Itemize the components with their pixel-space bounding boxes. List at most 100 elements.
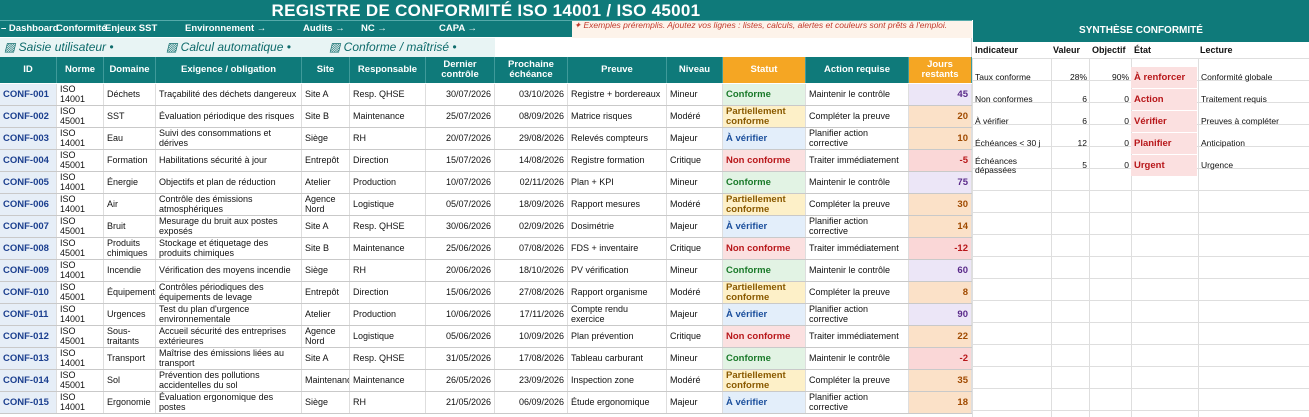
cell-niveau[interactable]: Mineur — [667, 172, 723, 193]
summary-etat-badge[interactable]: À renforcer — [1131, 67, 1197, 88]
cell-statut[interactable]: Partiellement conforme — [723, 194, 806, 215]
cell-dernier-controle[interactable]: 05/07/2026 — [426, 194, 495, 215]
cell-exigence[interactable]: Contrôle des émissions atmosphériques — [156, 194, 302, 215]
cell-jours-restants[interactable]: 22 — [909, 326, 972, 347]
cell-jours-restants[interactable]: 75 — [909, 172, 972, 193]
cell-id[interactable]: CONF-015 — [0, 392, 57, 413]
column-header-dernier-controle[interactable]: Dernier contrôle — [426, 57, 495, 83]
cell-exigence[interactable]: Maîtrise des émissions liées au transpor… — [156, 348, 302, 369]
cell-niveau[interactable]: Majeur — [667, 392, 723, 413]
cell-responsable[interactable]: Direction — [350, 282, 426, 303]
cell-domaine[interactable]: Équipements — [104, 282, 156, 303]
cell-norme[interactable]: ISO 45001 — [57, 370, 104, 391]
cell-prochaine-echeance[interactable]: 29/08/2026 — [495, 128, 568, 149]
cell-preuve[interactable]: Dosimétrie — [568, 216, 667, 237]
cell-responsable[interactable]: Direction — [350, 150, 426, 171]
nav-link-capa[interactable]: CAPA → — [439, 23, 477, 34]
cell-id[interactable]: CONF-013 — [0, 348, 57, 369]
cell-action-requise[interactable]: Maintenir le contrôle — [806, 172, 909, 193]
cell-exigence[interactable]: Évaluation ergonomique des postes — [156, 392, 302, 413]
cell-site[interactable]: Siège — [302, 260, 350, 281]
cell-action-requise[interactable]: Planifier action corrective — [806, 392, 909, 413]
cell-niveau[interactable]: Critique — [667, 326, 723, 347]
summary-indicateur[interactable]: Taux conforme — [975, 67, 1049, 88]
cell-niveau[interactable]: Modéré — [667, 194, 723, 215]
cell-niveau[interactable]: Majeur — [667, 128, 723, 149]
cell-preuve[interactable]: FDS + inventaire — [568, 238, 667, 259]
cell-action-requise[interactable]: Compléter la preuve — [806, 106, 909, 127]
summary-lecture[interactable]: Conformité globale — [1201, 67, 1306, 88]
nav-link-nc[interactable]: NC → — [361, 23, 387, 34]
cell-statut[interactable]: Non conforme — [723, 150, 806, 171]
cell-id[interactable]: CONF-014 — [0, 370, 57, 391]
cell-niveau[interactable]: Modéré — [667, 282, 723, 303]
cell-domaine[interactable]: SST — [104, 106, 156, 127]
cell-jours-restants[interactable]: 45 — [909, 84, 972, 105]
cell-preuve[interactable]: Registre formation — [568, 150, 667, 171]
cell-responsable[interactable]: Resp. QHSE — [350, 216, 426, 237]
cell-prochaine-echeance[interactable]: 08/09/2026 — [495, 106, 568, 127]
cell-niveau[interactable]: Critique — [667, 238, 723, 259]
cell-action-requise[interactable]: Traiter immédiatement — [806, 326, 909, 347]
cell-site[interactable]: Maintenance — [302, 370, 350, 391]
cell-norme[interactable]: ISO 45001 — [57, 326, 104, 347]
cell-exigence[interactable]: Habilitations sécurité à jour — [156, 150, 302, 171]
cell-site[interactable]: Entrepôt — [302, 282, 350, 303]
cell-action-requise[interactable]: Planifier action corrective — [806, 304, 909, 325]
cell-preuve[interactable]: Matrice risques — [568, 106, 667, 127]
summary-valeur[interactable]: 5 — [1051, 155, 1087, 176]
summary-indicateur[interactable]: Échéances < 30 j — [975, 133, 1049, 154]
cell-domaine[interactable]: Incendie — [104, 260, 156, 281]
cell-niveau[interactable]: Modéré — [667, 106, 723, 127]
cell-statut[interactable]: Non conforme — [723, 326, 806, 347]
summary-etat-badge[interactable]: Vérifier — [1131, 111, 1197, 132]
cell-id[interactable]: CONF-010 — [0, 282, 57, 303]
cell-norme[interactable]: ISO 14001 — [57, 304, 104, 325]
cell-preuve[interactable]: Plan + KPI — [568, 172, 667, 193]
summary-lecture[interactable]: Traitement requis — [1201, 89, 1306, 110]
cell-statut[interactable]: Conforme — [723, 172, 806, 193]
column-header-jours-restants[interactable]: Jours restants — [909, 57, 972, 83]
cell-dernier-controle[interactable]: 25/06/2026 — [426, 238, 495, 259]
cell-exigence[interactable]: Suivi des consommations et dérives — [156, 128, 302, 149]
cell-action-requise[interactable]: Traiter immédiatement — [806, 150, 909, 171]
cell-action-requise[interactable]: Maintenir le contrôle — [806, 348, 909, 369]
cell-responsable[interactable]: Production — [350, 304, 426, 325]
summary-objectif[interactable]: 0 — [1089, 133, 1129, 154]
cell-norme[interactable]: ISO 14001 — [57, 84, 104, 105]
nav-link-conformite[interactable]: Conformité — [56, 23, 107, 34]
cell-domaine[interactable]: Urgences — [104, 304, 156, 325]
cell-id[interactable]: CONF-011 — [0, 304, 57, 325]
cell-domaine[interactable]: Air — [104, 194, 156, 215]
summary-etat-badge[interactable]: Urgent — [1131, 155, 1197, 176]
cell-prochaine-echeance[interactable]: 23/09/2026 — [495, 370, 568, 391]
cell-norme[interactable]: ISO 14001 — [57, 194, 104, 215]
cell-niveau[interactable]: Majeur — [667, 216, 723, 237]
cell-prochaine-echeance[interactable]: 07/08/2026 — [495, 238, 568, 259]
summary-objectif[interactable]: 90% — [1089, 67, 1129, 88]
cell-id[interactable]: CONF-006 — [0, 194, 57, 215]
column-header-norme[interactable]: Norme — [57, 57, 104, 83]
cell-jours-restants[interactable]: 20 — [909, 106, 972, 127]
cell-responsable[interactable]: Resp. QHSE — [350, 348, 426, 369]
column-header-niveau[interactable]: Niveau — [667, 57, 723, 83]
cell-domaine[interactable]: Bruit — [104, 216, 156, 237]
cell-responsable[interactable]: RH — [350, 260, 426, 281]
cell-action-requise[interactable]: Compléter la preuve — [806, 194, 909, 215]
cell-domaine[interactable]: Transport — [104, 348, 156, 369]
cell-jours-restants[interactable]: 8 — [909, 282, 972, 303]
summary-valeur[interactable]: 6 — [1051, 89, 1087, 110]
cell-preuve[interactable]: Plan prévention — [568, 326, 667, 347]
cell-dernier-controle[interactable]: 30/07/2026 — [426, 84, 495, 105]
nav-link-environnement[interactable]: Environnement → — [185, 23, 266, 34]
column-header-statut[interactable]: Statut — [723, 57, 806, 83]
cell-action-requise[interactable]: Planifier action corrective — [806, 216, 909, 237]
column-header-exigence[interactable]: Exigence / obligation — [156, 57, 302, 83]
cell-prochaine-echeance[interactable]: 18/10/2026 — [495, 260, 568, 281]
cell-domaine[interactable]: Sous-traitants — [104, 326, 156, 347]
cell-preuve[interactable]: Inspection zone — [568, 370, 667, 391]
cell-domaine[interactable]: Sol — [104, 370, 156, 391]
cell-norme[interactable]: ISO 45001 — [57, 106, 104, 127]
summary-lecture[interactable]: Urgence — [1201, 155, 1306, 176]
cell-id[interactable]: CONF-002 — [0, 106, 57, 127]
